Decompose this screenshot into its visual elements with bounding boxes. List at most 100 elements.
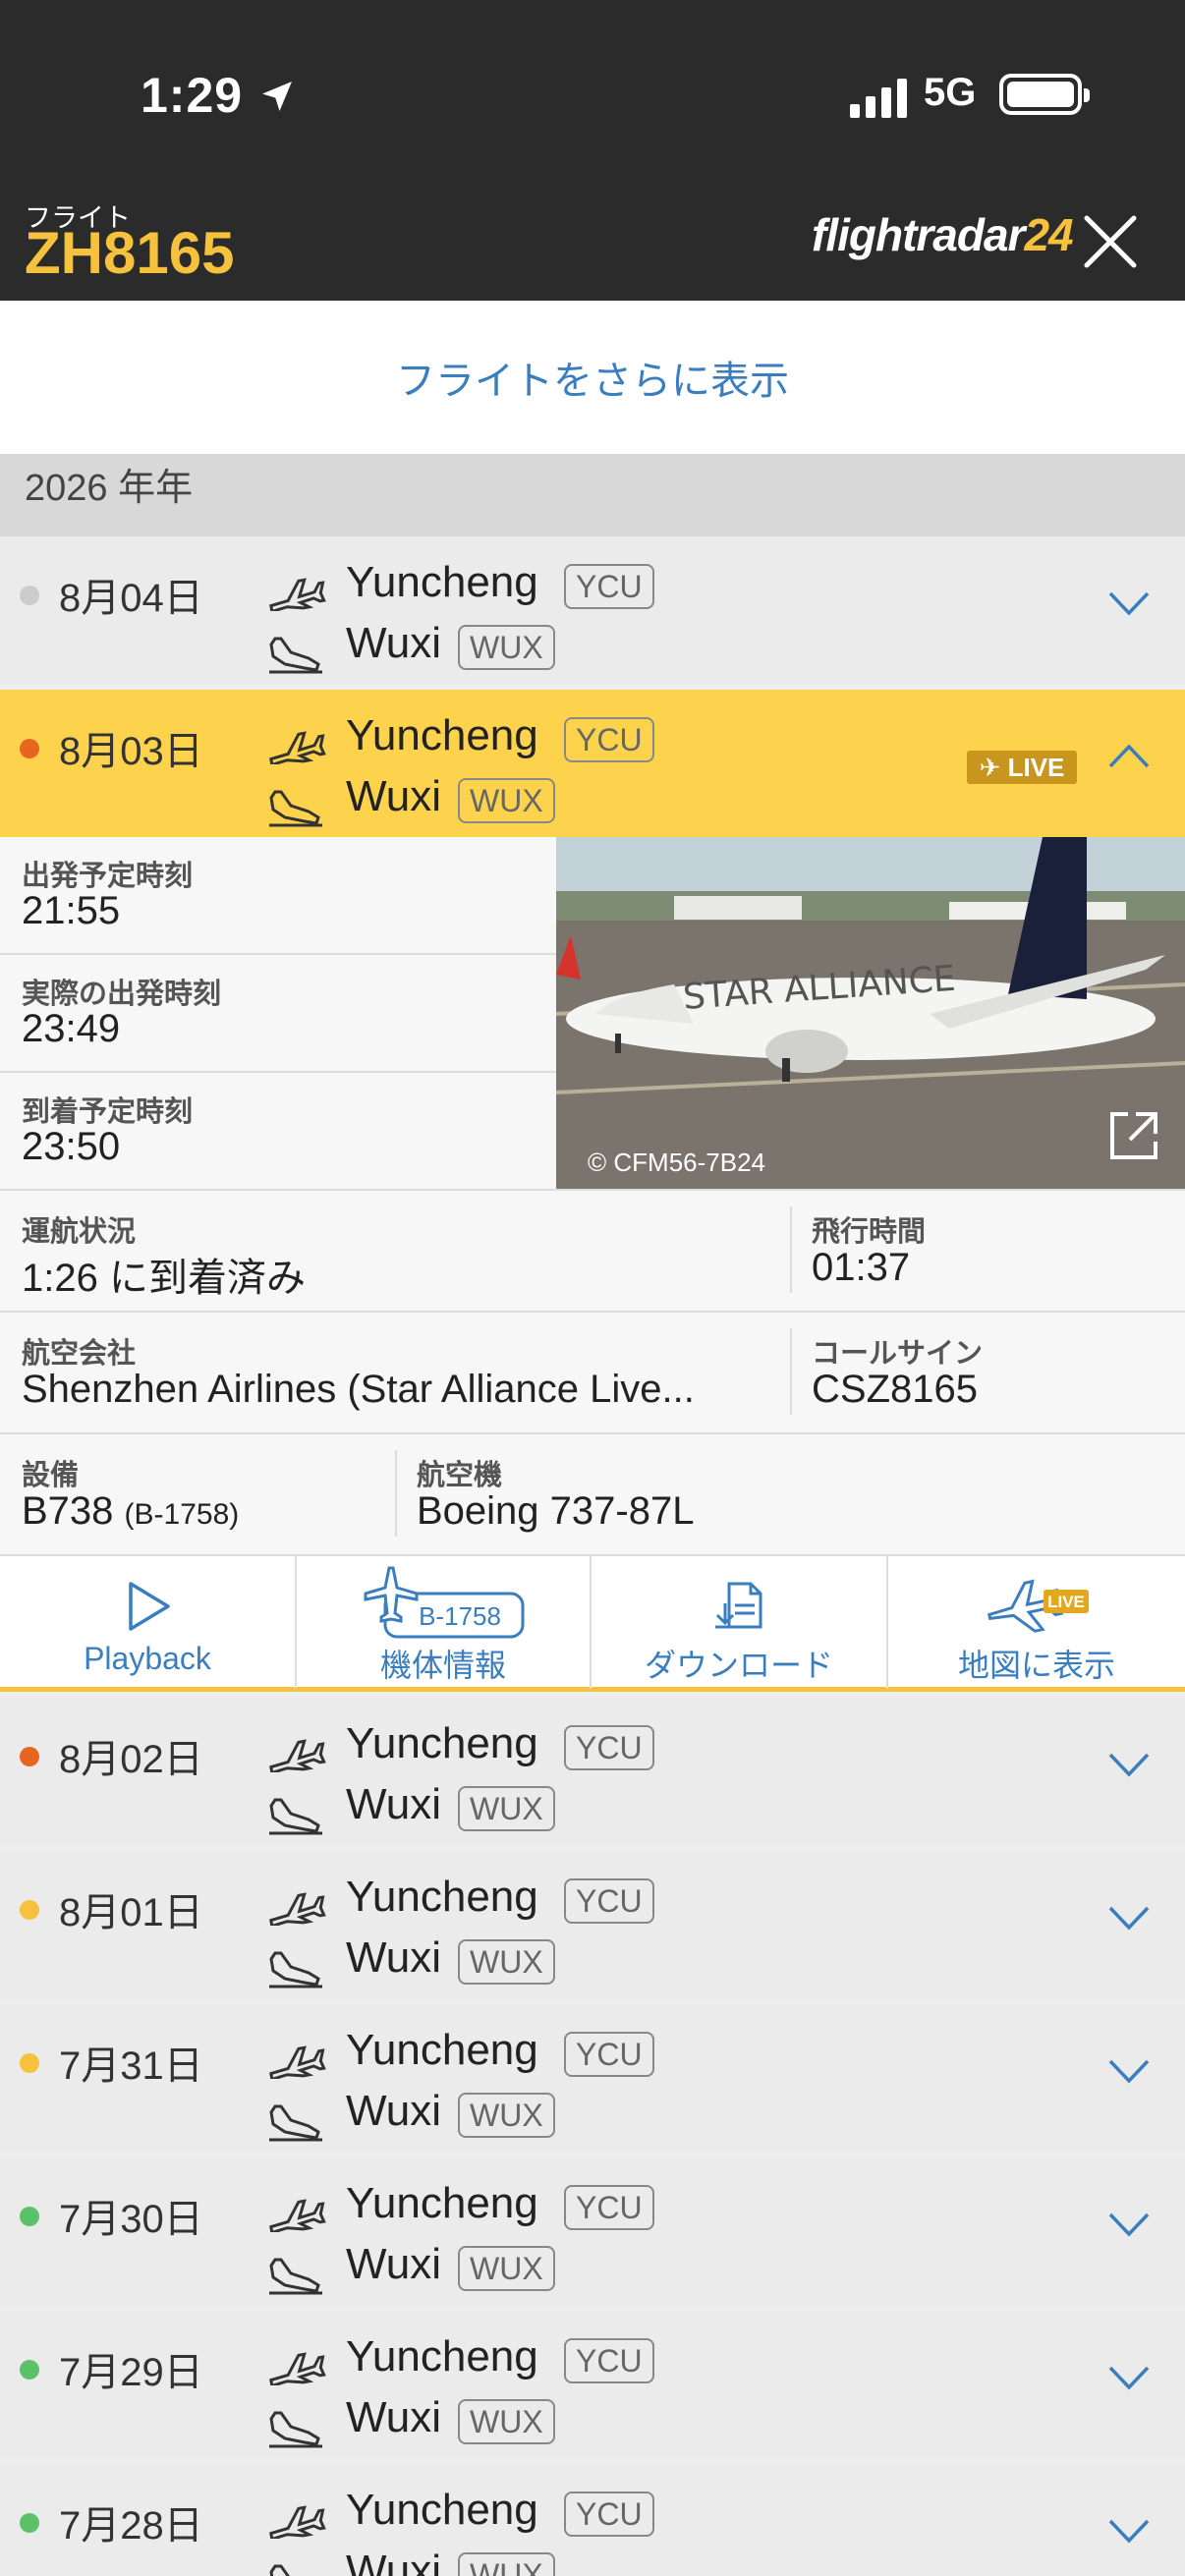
- play-icon: [129, 1582, 170, 1631]
- flight-date: 8月01日: [59, 1891, 203, 1934]
- origin-city: Yuncheng: [346, 2332, 538, 2380]
- download-label: ダウンロード: [644, 1648, 833, 1683]
- aircraft-photo[interactable]: STAR ALLIANCE: [556, 837, 1185, 1189]
- flight-date: 8月04日: [59, 577, 203, 620]
- flight-row[interactable]: 7月28日 Yuncheng YCU Wuxi WUX: [0, 2464, 1185, 2576]
- status-label: 運航状況: [22, 1216, 137, 1248]
- flight-row[interactable]: 8月03日 Yuncheng YCU Wuxi WUX ✈ LIVE: [0, 690, 1185, 837]
- photo-caption: © CFM56-7B24: [588, 1148, 765, 1177]
- actual-dep-label: 実際の出発時刻: [22, 979, 222, 1010]
- status-dot: [20, 739, 39, 758]
- aircraft-info-label: 機体情報: [379, 1648, 506, 1683]
- flight-row[interactable]: 7月29日 Yuncheng YCU Wuxi WUX: [0, 2311, 1185, 2458]
- sched-arr-value: 23:50: [22, 1125, 121, 1168]
- origin-city: Yuncheng: [346, 2179, 538, 2227]
- flight-date: 7月29日: [59, 2351, 203, 2394]
- download-icon: [715, 1582, 762, 1629]
- chevron-down-icon[interactable]: [1106, 2055, 1152, 2085]
- close-icon[interactable]: [1081, 212, 1140, 271]
- origin-city: Yuncheng: [346, 558, 538, 606]
- chevron-down-icon[interactable]: [1106, 2362, 1152, 2391]
- departure-icon: [269, 1892, 326, 1929]
- chevron-down-icon[interactable]: [1106, 588, 1152, 617]
- status-dot: [20, 2207, 39, 2226]
- aircraft-reg-tag: B-1758: [419, 1601, 501, 1631]
- departure-icon: [269, 2199, 326, 2235]
- destination-code: WUX: [458, 2093, 555, 2138]
- airline-label: 航空会社: [22, 1338, 137, 1370]
- show-on-map-label: 地図に表示: [957, 1648, 1115, 1683]
- status-time: 1:29: [141, 67, 297, 124]
- chevron-down-icon[interactable]: [1106, 1749, 1152, 1778]
- departure-icon: [269, 2505, 326, 2542]
- callsign-value: CSZ8165: [812, 1368, 978, 1411]
- flight-date: 8月03日: [59, 730, 203, 773]
- map-live-badge: LIVE: [1047, 1593, 1085, 1611]
- chevron-down-icon[interactable]: [1106, 1902, 1152, 1932]
- destination-code: WUX: [458, 2246, 555, 2291]
- destination-city: Wuxi: [346, 2393, 441, 2441]
- network-type: 5G: [924, 71, 977, 114]
- origin-code: YCU: [564, 2032, 654, 2077]
- download-button[interactable]: ダウンロード: [592, 1556, 886, 1689]
- flightradar24-logo: flightradar24: [812, 209, 1074, 260]
- origin-city: Yuncheng: [346, 2486, 538, 2534]
- flight-date: 7月31日: [59, 2044, 203, 2088]
- playback-button[interactable]: Playback: [0, 1556, 295, 1689]
- destination-city: Wuxi: [346, 2087, 441, 2135]
- flight-row[interactable]: 7月31日 Yuncheng YCU Wuxi WUX: [0, 2004, 1185, 2152]
- airline-value: Shenzhen Airlines (Star Alliance Live...: [22, 1368, 695, 1411]
- origin-code: YCU: [564, 2185, 654, 2230]
- aircraft-label: 航空機: [417, 1460, 503, 1491]
- show-on-map-button[interactable]: LIVE 地図に表示: [888, 1556, 1185, 1689]
- status-dot: [20, 2053, 39, 2073]
- live-badge: ✈ LIVE: [967, 751, 1077, 784]
- flight-row[interactable]: 7月30日 Yuncheng YCU Wuxi WUX: [0, 2157, 1185, 2305]
- origin-city: Yuncheng: [346, 711, 538, 759]
- playback-label: Playback: [84, 1641, 211, 1676]
- destination-code: WUX: [458, 1939, 555, 1985]
- live-plane-icon: LIVE: [988, 1579, 1089, 1633]
- destination-code: WUX: [458, 625, 555, 670]
- status-dot: [20, 2360, 39, 2380]
- flight-row[interactable]: 8月01日 Yuncheng YCU Wuxi WUX: [0, 1851, 1185, 1998]
- destination-code: WUX: [458, 2552, 555, 2576]
- destination-city: Wuxi: [346, 2547, 441, 2576]
- flight-date: 7月28日: [59, 2504, 203, 2548]
- destination-code: WUX: [458, 778, 555, 823]
- arrival-icon: [269, 2258, 322, 2295]
- arrival-icon: [269, 1951, 322, 1988]
- aircraft-tag-icon: B-1758: [364, 1566, 525, 1639]
- aircraft-info-button[interactable]: B-1758 機体情報: [297, 1556, 590, 1689]
- destination-city: Wuxi: [346, 2240, 441, 2288]
- flight-number: ZH8165: [25, 220, 235, 286]
- status-dot: [20, 586, 39, 605]
- chevron-down-icon[interactable]: [1106, 2209, 1152, 2238]
- departure-icon: [269, 578, 326, 614]
- sched-dep-label: 出発予定時刻: [22, 861, 194, 892]
- more-flights-button[interactable]: フライトをさらに表示: [0, 301, 1185, 454]
- destination-city: Wuxi: [346, 619, 441, 667]
- origin-city: Yuncheng: [346, 1873, 538, 1921]
- flight-date: 7月30日: [59, 2198, 203, 2241]
- status-dot: [20, 1747, 39, 1766]
- chevron-up-icon[interactable]: [1106, 741, 1152, 770]
- battery-icon: [999, 74, 1090, 115]
- destination-city: Wuxi: [346, 772, 441, 820]
- flight-row[interactable]: 8月02日 Yuncheng YCU Wuxi WUX: [0, 1698, 1185, 1845]
- arrival-icon: [269, 2411, 322, 2448]
- duration-value: 01:37: [812, 1246, 911, 1289]
- arrival-icon: [269, 790, 322, 827]
- destination-code: WUX: [458, 2399, 555, 2444]
- origin-code: YCU: [564, 2492, 654, 2537]
- flight-row[interactable]: 8月04日 Yuncheng YCU Wuxi WUX: [0, 536, 1185, 684]
- action-bar: Playback B-1758 機体情報 ダウンロード LIVE 地図に表示: [0, 1554, 1185, 1692]
- chevron-down-icon[interactable]: [1106, 2515, 1152, 2545]
- sched-arr-label: 到着予定時刻: [22, 1096, 194, 1128]
- signal-icon: [850, 79, 907, 118]
- external-link-icon[interactable]: [1106, 1108, 1161, 1163]
- year-header: 2026 年年: [0, 454, 1185, 536]
- equipment-value: B738 (B-1758): [22, 1489, 240, 1533]
- origin-city: Yuncheng: [346, 2026, 538, 2074]
- callsign-label: コールサイン: [812, 1338, 984, 1370]
